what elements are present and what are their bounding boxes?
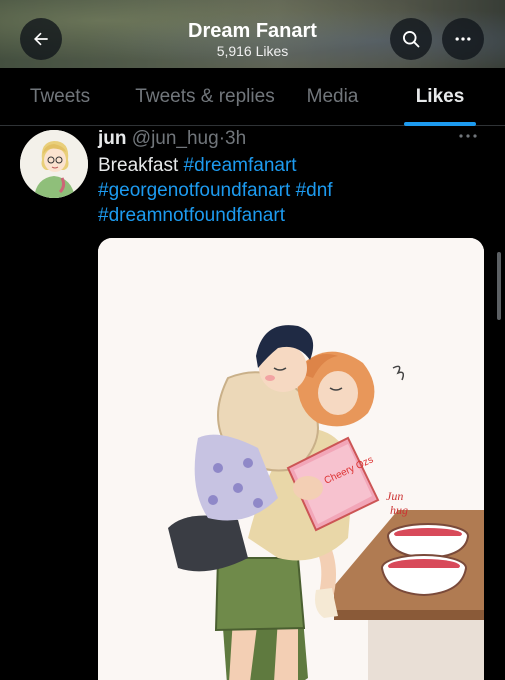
- tab-likes[interactable]: Likes: [375, 68, 505, 126]
- artist-signature-line-1: Jun: [386, 489, 403, 503]
- tweet-media-image[interactable]: Cheery Ozs Jun hug: [98, 238, 484, 680]
- hashtag-georgenotfoundfanart[interactable]: #georgenotfoundfanart: [98, 180, 290, 201]
- tab-tweets[interactable]: Tweets: [0, 68, 120, 126]
- tweet-timestamp[interactable]: 3h: [225, 128, 246, 149]
- tab-label: Likes: [415, 86, 465, 107]
- hashtag-dreamnotfoundfanart[interactable]: #dreamnotfoundfanart: [98, 205, 285, 226]
- author-handle[interactable]: @jun_hug: [132, 128, 219, 149]
- hashtag-dreamfanart[interactable]: #dreamfanart: [184, 155, 297, 176]
- author-name[interactable]: jun: [98, 128, 127, 149]
- more-horizontal-icon: [459, 134, 477, 138]
- avatar-illustration: [20, 130, 88, 198]
- tab-label: Media: [306, 86, 359, 107]
- tweet-options-button[interactable]: [458, 128, 478, 146]
- tab-label: Tweets & replies: [135, 86, 275, 107]
- more-horizontal-icon: [455, 37, 471, 41]
- tweet-text: Breakfast #dreamfanart #georgenotfoundfa…: [98, 153, 488, 228]
- tweet-header: jun @jun_hug·3h: [98, 128, 246, 150]
- profile-tabs: Tweets Tweets & replies Media Likes: [0, 68, 505, 126]
- search-icon: [403, 31, 420, 48]
- more-options-button[interactable]: [442, 18, 484, 60]
- tab-media[interactable]: Media: [290, 68, 375, 126]
- avatar[interactable]: [20, 130, 88, 198]
- artist-signature-line-2: hug: [390, 503, 408, 517]
- fanart-illustration: Cheery Ozs Jun hug: [98, 238, 484, 680]
- tab-tweets-and-replies[interactable]: Tweets & replies: [120, 68, 290, 126]
- hashtag-dnf[interactable]: #dnf: [296, 180, 333, 201]
- scrollbar[interactable]: [497, 252, 501, 320]
- tweet-body: Breakfast: [98, 155, 179, 176]
- active-tab-indicator: [404, 122, 476, 126]
- search-button[interactable]: [390, 18, 432, 60]
- tab-label: Tweets: [29, 86, 91, 107]
